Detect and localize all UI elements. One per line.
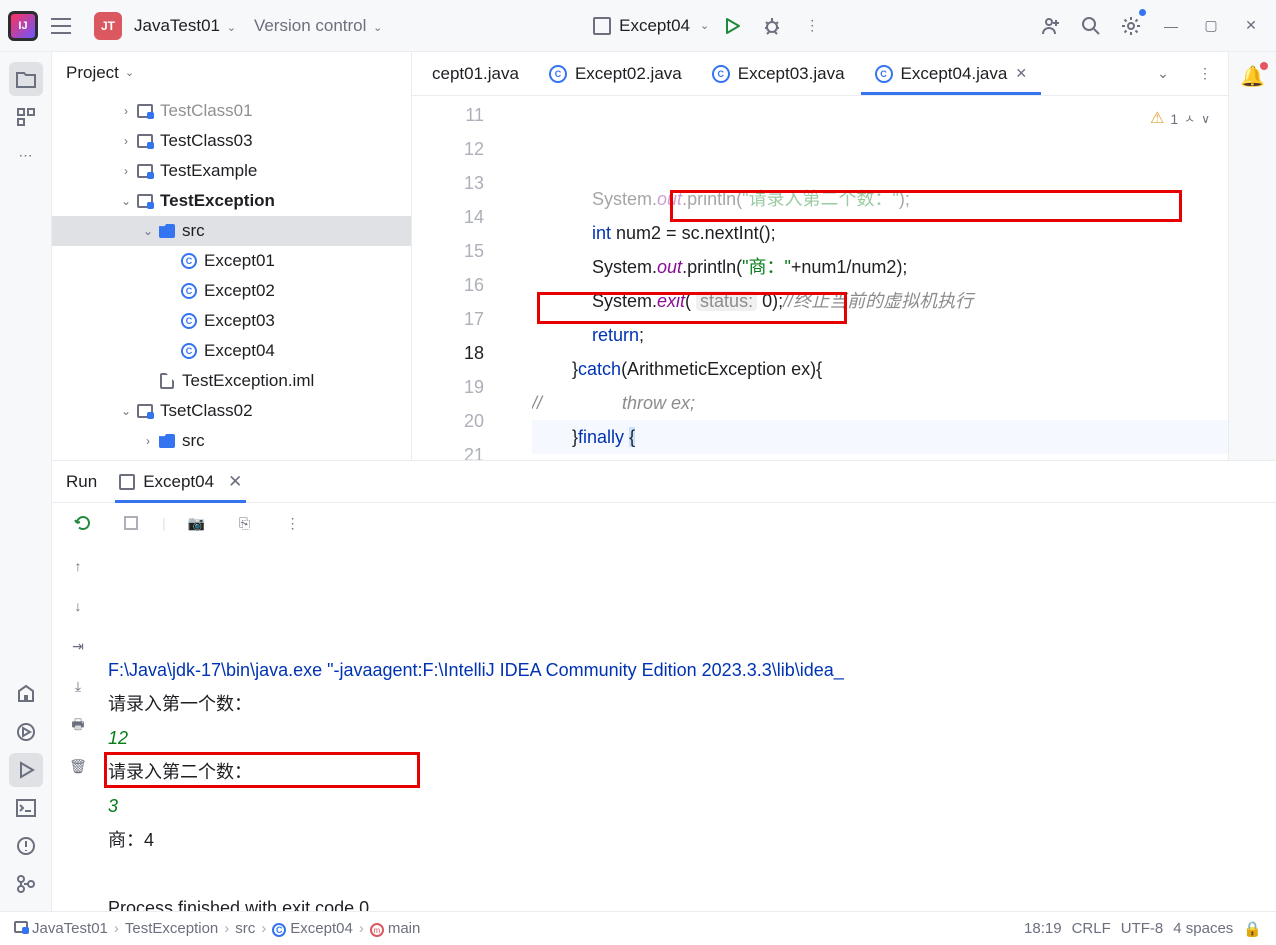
services-tool-icon[interactable]: [9, 715, 43, 749]
tree-item[interactable]: CExcept02: [52, 276, 411, 306]
project-badge: JT: [94, 12, 122, 40]
editor-tab[interactable]: CExcept02.java: [535, 52, 696, 95]
tabs-more-icon[interactable]: ⋮: [1188, 57, 1222, 91]
caret-position[interactable]: 18:19: [1024, 920, 1062, 937]
tree-item[interactable]: CExcept01: [52, 246, 411, 276]
run-config-tab[interactable]: Except04✕: [115, 461, 246, 502]
file-icon: [119, 474, 135, 490]
line-separator[interactable]: CRLF: [1072, 920, 1111, 937]
tree-item[interactable]: CExcept03: [52, 306, 411, 336]
structure-tool-icon[interactable]: [9, 100, 43, 134]
more-icon[interactable]: ⋮: [795, 9, 829, 43]
left-tool-rail: ⋯: [0, 52, 52, 911]
build-tool-icon[interactable]: [9, 677, 43, 711]
terminal-tool-icon[interactable]: [9, 791, 43, 825]
editor-tab[interactable]: CExcept04.java✕: [861, 52, 1042, 95]
editor-area: cept01.javaCExcept02.javaCExcept03.javaC…: [412, 52, 1228, 460]
close-icon[interactable]: ✕: [1234, 9, 1268, 43]
stop-icon[interactable]: [114, 506, 148, 540]
tabs-dropdown-icon[interactable]: ⌄: [1146, 57, 1180, 91]
run-more-icon[interactable]: ⋮: [276, 506, 310, 540]
readonly-icon[interactable]: 🔒: [1243, 920, 1262, 938]
status-bar: JavaTest01›TestException›src›CExcept04›m…: [0, 911, 1276, 945]
tree-item[interactable]: TestException.iml: [52, 366, 411, 396]
up-icon[interactable]: ↑: [61, 549, 95, 583]
file-icon: [593, 17, 611, 35]
file-encoding[interactable]: UTF-8: [1121, 920, 1164, 937]
console-output[interactable]: F:\Java\jdk-17\bin\java.exe "-javaagent:…: [104, 543, 1276, 911]
breadcrumbs[interactable]: JavaTest01›TestException›src›CExcept04›m…: [14, 920, 420, 938]
exit-icon[interactable]: ⎘: [228, 506, 262, 540]
editor-tab[interactable]: CExcept03.java: [698, 52, 859, 95]
main-menu-icon[interactable]: [44, 9, 78, 43]
run-tool-icon[interactable]: [9, 753, 43, 787]
debug-button[interactable]: [755, 9, 789, 43]
tree-item[interactable]: CExcept04: [52, 336, 411, 366]
tree-item[interactable]: ›src: [52, 426, 411, 456]
tree-item[interactable]: ›TestClass03: [52, 126, 411, 156]
rerun-icon[interactable]: [66, 506, 100, 540]
scroll-end-icon[interactable]: ⤓: [61, 669, 95, 703]
run-config-selector[interactable]: Except04 ⌄: [593, 16, 709, 36]
maximize-icon[interactable]: ▢: [1194, 9, 1228, 43]
soft-wrap-icon[interactable]: ⇥: [61, 629, 95, 663]
editor-tabs: cept01.javaCExcept02.javaCExcept03.javaC…: [412, 52, 1228, 96]
tree-item[interactable]: ⌄src: [52, 216, 411, 246]
project-tool-icon[interactable]: [9, 62, 43, 96]
down-icon[interactable]: ↓: [61, 589, 95, 623]
tree-item[interactable]: ⌄TsetClass02: [52, 396, 411, 426]
tree-item[interactable]: ›TestClass01: [52, 96, 411, 126]
screenshot-icon[interactable]: 📷: [180, 506, 214, 540]
git-tool-icon[interactable]: [9, 867, 43, 901]
settings-icon[interactable]: [1114, 9, 1148, 43]
trash-icon[interactable]: 🗑: [61, 749, 95, 783]
project-selector[interactable]: JavaTest01 ⌄: [128, 16, 242, 36]
warning-icon: ⚠: [1150, 102, 1164, 136]
notifications-icon[interactable]: 🔔: [1240, 64, 1265, 460]
minimize-icon[interactable]: —: [1154, 9, 1188, 43]
collab-icon[interactable]: [1034, 9, 1068, 43]
indent-setting[interactable]: 4 spaces: [1173, 920, 1233, 937]
run-title: Run: [66, 472, 97, 492]
editor-code[interactable]: ⚠1 ㅅ ∨ System.out.println("请录入第二个数："); i…: [532, 96, 1228, 460]
run-button[interactable]: [715, 9, 749, 43]
more-tools-icon[interactable]: ⋯: [9, 138, 43, 172]
project-panel-header[interactable]: Project ⌄: [52, 52, 411, 94]
run-nav-gutter: ↑ ↓ ⇥ ⤓ 🖶 🗑: [52, 543, 104, 911]
titlebar: IJ JT JavaTest01 ⌄ Version control ⌄ Exc…: [0, 0, 1276, 52]
app-icon: IJ: [8, 11, 38, 41]
problems-tool-icon[interactable]: [9, 829, 43, 863]
project-tree[interactable]: ›TestClass01›TestClass03›TestExample⌄Tes…: [52, 94, 411, 460]
editor-gutter: 1112131415161718192021: [412, 96, 532, 460]
run-panel: Run Except04✕ | 📷 ⎘ ⋮ ↑ ↓ ⇥ ⤓ 🖶 🗑: [52, 460, 1276, 911]
right-rail: 🔔: [1228, 52, 1276, 460]
tree-item[interactable]: ⌄TestException: [52, 186, 411, 216]
project-panel: Project ⌄ ›TestClass01›TestClass03›TestE…: [52, 52, 412, 460]
search-icon[interactable]: [1074, 9, 1108, 43]
code-editor[interactable]: 1112131415161718192021 ⚠1 ㅅ ∨ System.out…: [412, 96, 1228, 460]
editor-tab[interactable]: cept01.java: [418, 52, 533, 95]
inspection-widget[interactable]: ⚠1 ㅅ ∨: [1150, 102, 1210, 136]
vcs-selector[interactable]: Version control ⌄: [248, 16, 388, 36]
print-icon[interactable]: 🖶: [61, 709, 95, 743]
run-panel-header: Run Except04✕: [52, 461, 1276, 503]
tree-item[interactable]: ›TestExample: [52, 156, 411, 186]
